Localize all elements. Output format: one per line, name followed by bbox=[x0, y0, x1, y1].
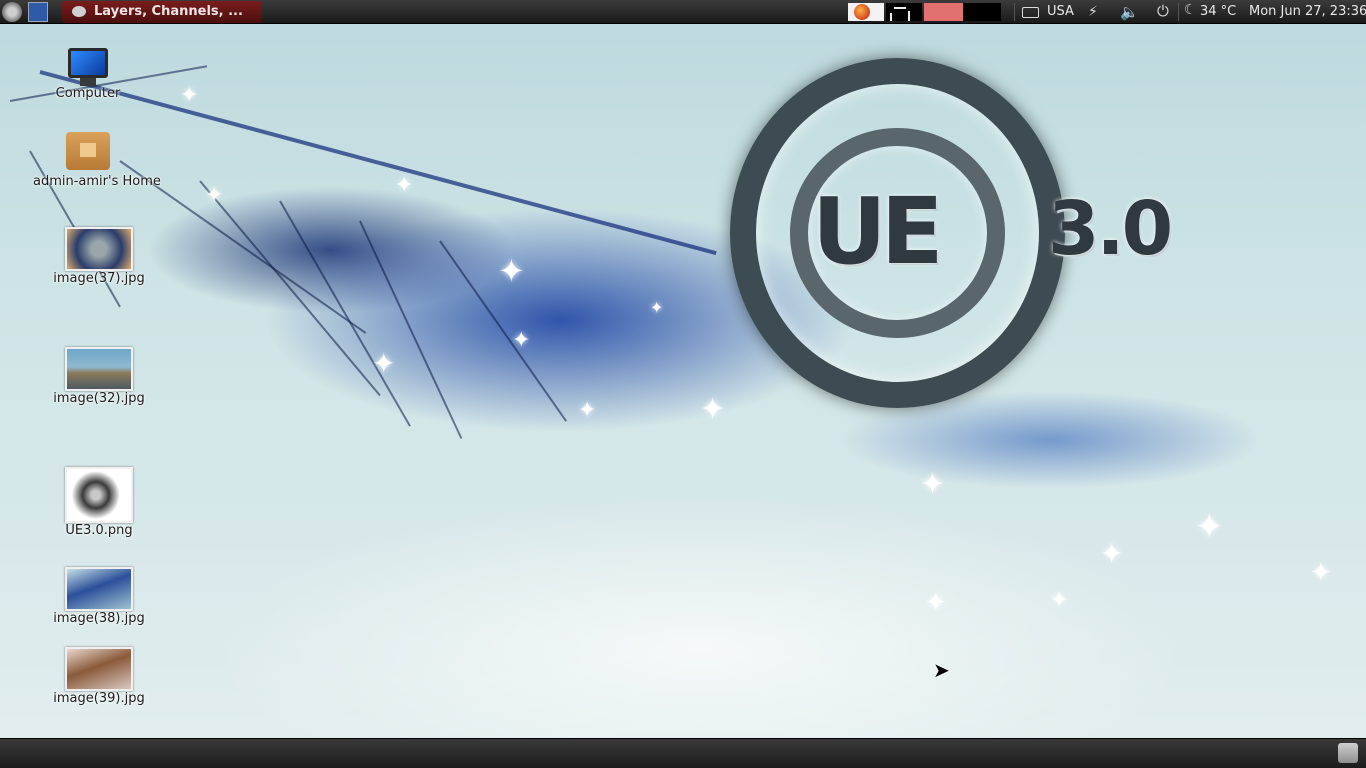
top-panel: Layers, Channels, ... USA ⚡ 🔈 ⏻ ☾ 34 °C … bbox=[0, 0, 1366, 24]
wallpaper-sparkle: ✦ bbox=[512, 328, 531, 353]
weather-temperature[interactable]: 34 °C bbox=[1200, 0, 1236, 23]
keyboard-icon[interactable] bbox=[1022, 7, 1039, 18]
wallpaper-sparkle: ✦ bbox=[498, 252, 525, 290]
wallpaper-feather-barb bbox=[279, 200, 411, 427]
volume-icon[interactable]: 🔈 bbox=[1120, 3, 1139, 21]
taskbar-window-title: Layers, Channels, ... bbox=[94, 4, 243, 19]
desktop-icon-image38[interactable]: image(38).jpg bbox=[44, 567, 154, 626]
panel-separator bbox=[1014, 3, 1015, 21]
panel-separator bbox=[1178, 3, 1179, 21]
wallpaper-logo: UE 3.0 bbox=[730, 58, 1210, 418]
desktop-icon-label: image(32).jpg bbox=[53, 391, 145, 406]
desktop-icon-ue3-png[interactable]: UE3.0.png bbox=[44, 467, 154, 538]
firefox-icon bbox=[854, 4, 870, 20]
desktop-icon-label: image(37).jpg bbox=[53, 271, 145, 286]
moon-icon: ☾ bbox=[1184, 2, 1197, 18]
wallpaper-sparkle: ✦ bbox=[650, 298, 664, 317]
taskbar-window-button[interactable]: Layers, Channels, ... bbox=[62, 1, 262, 23]
system-monitor-graph[interactable] bbox=[886, 3, 922, 21]
image-thumbnail-icon bbox=[65, 647, 133, 691]
cpu-monitor-graph[interactable] bbox=[924, 3, 963, 21]
keyboard-layout-indicator[interactable]: USA bbox=[1047, 0, 1074, 23]
clock[interactable]: Mon Jun 27, 23:36 bbox=[1249, 0, 1366, 23]
computer-stand bbox=[80, 78, 96, 86]
desktop-icon-label: Computer bbox=[55, 86, 121, 101]
memory-monitor-graph[interactable] bbox=[963, 3, 1001, 21]
wallpaper-sparkle: ✦ bbox=[1195, 507, 1224, 547]
network-icon[interactable]: ⚡ bbox=[1088, 4, 1098, 20]
image-thumbnail-icon bbox=[65, 567, 133, 611]
wallpaper-sparkle: ✦ bbox=[372, 347, 396, 380]
desktop-icon-label: UE3.0.png bbox=[65, 523, 133, 538]
firefox-tray-button[interactable] bbox=[848, 3, 884, 21]
wallpaper-sparkle: ✦ bbox=[395, 173, 414, 198]
desktop-icon-label: image(39).jpg bbox=[53, 691, 145, 706]
wallpaper-sparkle: ✦ bbox=[925, 588, 947, 618]
desktop-icon-label: admin-amir's Home bbox=[33, 174, 161, 189]
gimp-icon bbox=[72, 6, 86, 17]
logo-version-text: 3.0 bbox=[1048, 186, 1173, 272]
wallpaper-sparkle: ✦ bbox=[1310, 558, 1332, 588]
desktop-background: ✦ ✦ ✦ ✦ ✦ ✦ ✦ ✦ ✦ ✦ ✦ ✦ ✦ ✦ ✦ UE 3.0 Com… bbox=[0, 0, 1366, 768]
image-thumbnail-icon bbox=[65, 467, 133, 523]
home-folder-icon bbox=[66, 132, 110, 170]
wallpaper-feather-barb bbox=[199, 180, 381, 397]
desktop-icon-image32[interactable]: image(32).jpg bbox=[44, 347, 154, 406]
bottom-panel bbox=[0, 738, 1366, 768]
wallpaper-sparkle: ✦ bbox=[1050, 588, 1069, 613]
desktop-icon-image37[interactable]: image(37).jpg bbox=[44, 227, 154, 286]
power-icon[interactable]: ⏻ bbox=[1157, 2, 1169, 20]
computer-icon bbox=[68, 48, 108, 78]
image-thumbnail-icon bbox=[65, 347, 133, 391]
wallpaper-sparkle: ✦ bbox=[578, 398, 597, 423]
wallpaper-sparkle: ✦ bbox=[1100, 537, 1124, 570]
wallpaper-sparkle: ✦ bbox=[920, 467, 946, 502]
wallpaper-sparkle: ✦ bbox=[700, 392, 726, 427]
logo-main-text: UE bbox=[812, 178, 944, 285]
trash-icon[interactable] bbox=[1338, 743, 1358, 763]
show-desktop-icon[interactable] bbox=[28, 2, 48, 22]
desktop-icon-home-folder[interactable]: admin-amir's Home bbox=[33, 132, 161, 189]
ubuntu-menu-icon[interactable] bbox=[2, 2, 22, 22]
wallpaper-sparkle: ✦ bbox=[205, 183, 224, 208]
desktop-icon-label: image(38).jpg bbox=[53, 611, 145, 626]
desktop-icon-computer[interactable]: Computer bbox=[33, 48, 143, 101]
image-thumbnail-icon bbox=[65, 227, 133, 271]
mouse-pointer-icon: ➤ bbox=[933, 658, 950, 682]
desktop-icon-image39[interactable]: image(39).jpg bbox=[44, 647, 154, 706]
wallpaper-sparkle: ✦ bbox=[180, 83, 199, 108]
